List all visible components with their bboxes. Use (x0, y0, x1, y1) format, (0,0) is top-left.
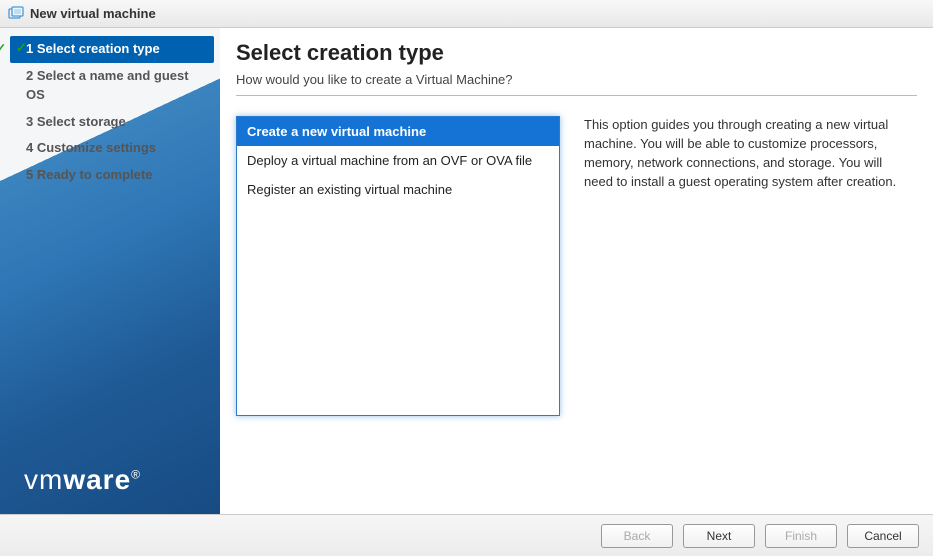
step-label: 1 Select creation type (26, 41, 160, 56)
step-select-creation-type[interactable]: ✓ 1 Select creation type (10, 36, 214, 63)
option-create-new-vm[interactable]: Create a new virtual machine (237, 117, 559, 146)
brand-right: ware (63, 464, 131, 495)
step-select-storage[interactable]: 3 Select storage (0, 109, 220, 136)
wizard-sidebar: ✓ 1 Select creation type 2 Select a name… (0, 28, 220, 514)
option-deploy-from-ovf[interactable]: Deploy a virtual machine from an OVF or … (237, 146, 559, 175)
option-label: Register an existing virtual machine (247, 182, 452, 197)
brand-registered: ® (131, 468, 141, 482)
option-register-existing-vm[interactable]: Register an existing virtual machine (237, 175, 559, 204)
wizard-steps: ✓ 1 Select creation type 2 Select a name… (0, 28, 220, 189)
step-select-name-guest-os[interactable]: 2 Select a name and guest OS (0, 63, 220, 109)
step-label: 5 Ready to complete (26, 167, 152, 182)
step-ready-to-complete[interactable]: 5 Ready to complete (0, 162, 220, 189)
body-row: Create a new virtual machine Deploy a vi… (236, 116, 917, 502)
page-subtitle: How would you like to create a Virtual M… (236, 72, 917, 96)
option-label: Deploy a virtual machine from an OVF or … (247, 153, 532, 168)
option-label: Create a new virtual machine (247, 124, 426, 139)
back-button[interactable]: Back (601, 524, 673, 548)
step-label: 3 Select storage (26, 114, 126, 129)
step-label: 4 Customize settings (26, 140, 156, 155)
option-description: This option guides you through creating … (584, 116, 917, 502)
finish-button[interactable]: Finish (765, 524, 837, 548)
checkmark-icon: ✓ (16, 39, 27, 58)
next-button[interactable]: Next (683, 524, 755, 548)
step-customize-settings[interactable]: 4 Customize settings (0, 135, 220, 162)
vmware-logo: vmware® (24, 464, 141, 496)
content-area: ✓ 1 Select creation type 2 Select a name… (0, 28, 933, 514)
brand-left: vm (24, 464, 63, 495)
step-label: 2 Select a name and guest OS (26, 68, 189, 102)
wizard-footer: Back Next Finish Cancel (0, 514, 933, 556)
page-title: Select creation type (236, 40, 917, 66)
titlebar-title: New virtual machine (30, 6, 156, 21)
vm-icon (8, 6, 24, 22)
cancel-button[interactable]: Cancel (847, 524, 919, 548)
creation-option-list[interactable]: Create a new virtual machine Deploy a vi… (236, 116, 560, 416)
main-panel: Select creation type How would you like … (220, 28, 933, 514)
titlebar: New virtual machine (0, 0, 933, 28)
